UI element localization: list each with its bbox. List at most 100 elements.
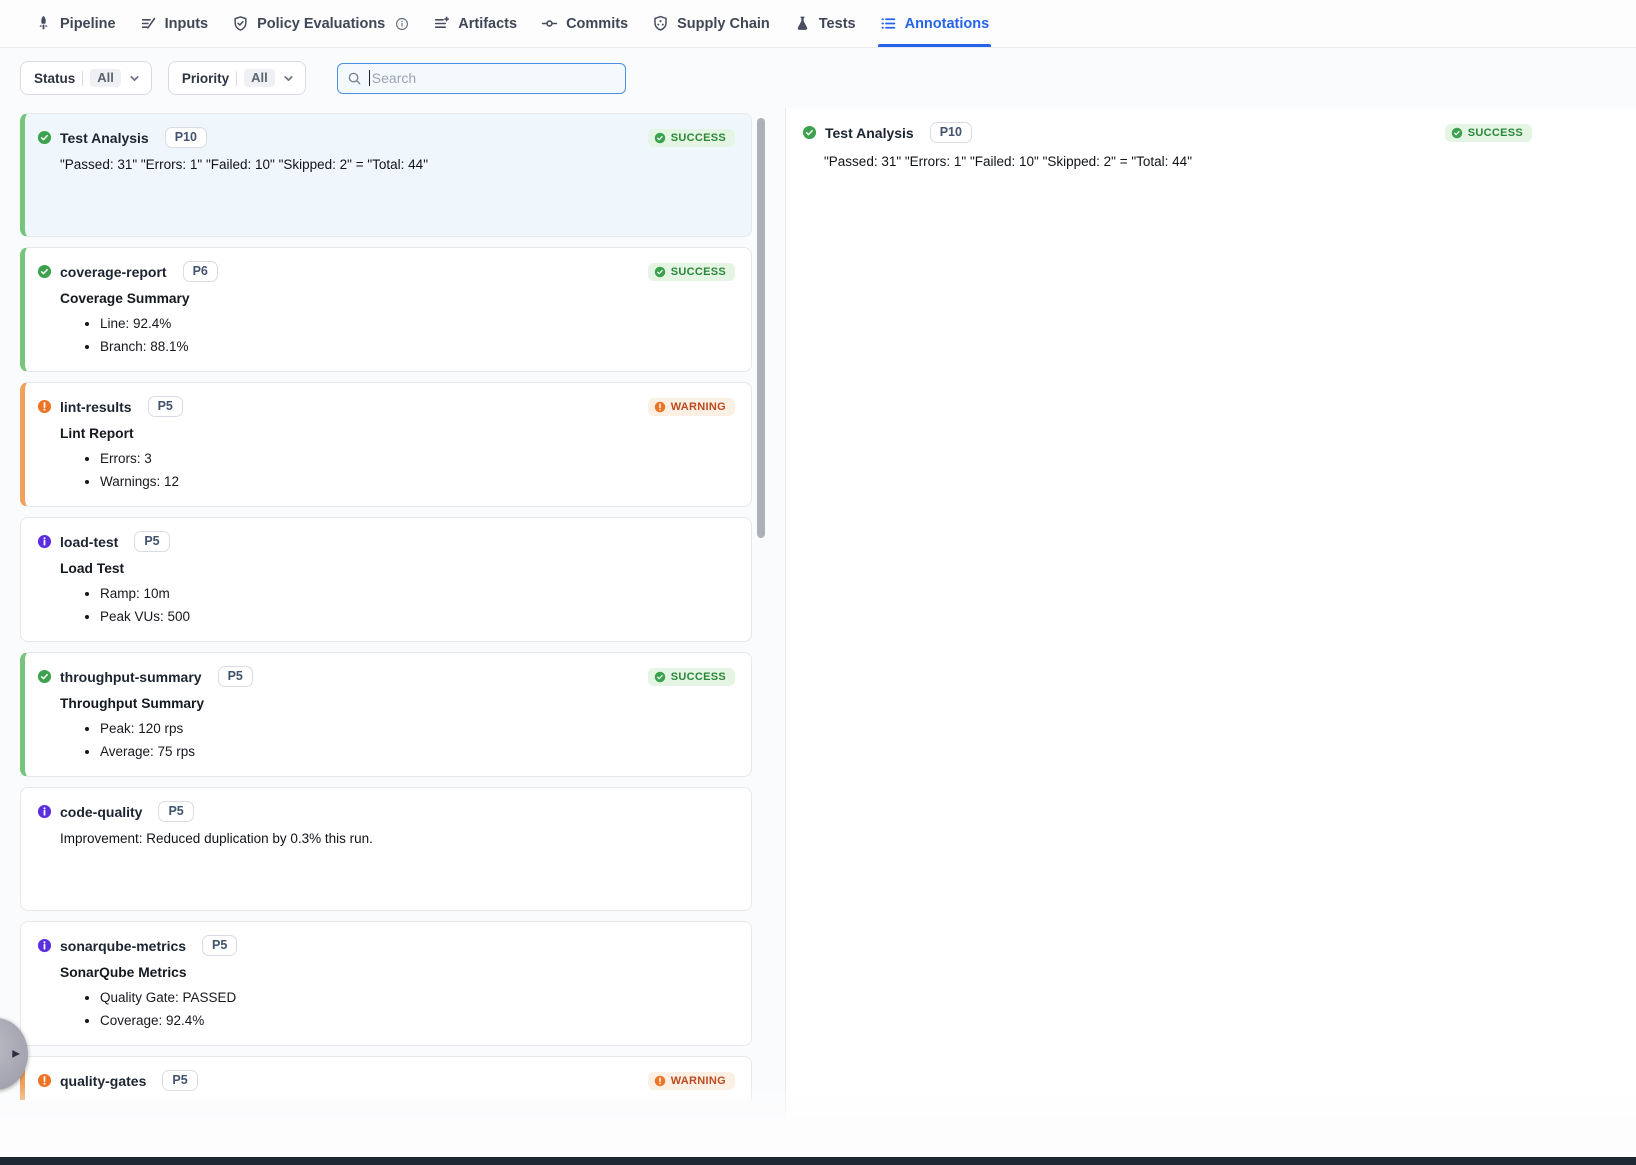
status-badge: SUCCESS (648, 129, 735, 147)
scrollbar-thumb[interactable] (757, 118, 765, 538)
status-badge: SUCCESS (648, 263, 735, 281)
annotation-card-header: load-test P5 (37, 531, 735, 552)
expand-arrow-icon: ▶ (12, 1049, 20, 1060)
chevron-down-icon (128, 72, 141, 85)
info-circle-icon (37, 938, 52, 953)
annotation-detail-pane: Test Analysis P10 SUCCESS "Passed: 31" "… (785, 108, 1636, 1157)
annotation-card[interactable]: Test Analysis P10 SUCCESS "Passed: 31" "… (20, 113, 752, 237)
annotation-body: Load TestRamp: 10mPeak VUs: 500 (60, 561, 735, 628)
annotation-card-header: throughput-summary P5 SUCCESS (37, 666, 735, 687)
priority-badge: P6 (183, 261, 218, 282)
warning-circle-icon (37, 1073, 52, 1088)
priority-badge: P5 (158, 801, 193, 822)
flask-icon (794, 15, 811, 32)
annotation-bullet-list: Quality Gate: PASSEDCoverage: 92.4% (60, 986, 735, 1032)
annotation-bullet: Coverage: 92.4% (100, 1009, 735, 1032)
check-circle-icon (654, 132, 666, 144)
tab-supply-chain[interactable]: Supply Chain (652, 0, 770, 47)
info-circle-icon (37, 534, 52, 549)
tab-pipeline[interactable]: Pipeline (35, 0, 116, 47)
tab-bar: Pipeline Inputs Policy Evaluations Artif… (0, 0, 1636, 48)
annotation-card-header: coverage-report P6 SUCCESS (37, 261, 735, 282)
annotation-card[interactable]: quality-gates P5 WARNING Quality Gates (20, 1056, 752, 1100)
search-input[interactable] (370, 70, 625, 86)
divider (82, 71, 83, 86)
priority-filter-label: Priority (182, 71, 229, 86)
annotation-card[interactable]: lint-results P5 WARNING Lint Report Error… (20, 382, 752, 507)
annotation-body-text: Improvement: Reduced duplication by 0.3%… (60, 831, 735, 846)
annotation-bullet: Average: 75 rps (100, 740, 735, 763)
bottom-window-edge (0, 1157, 1636, 1165)
check-circle-icon (654, 671, 666, 683)
annotation-card-header: Test Analysis P10 SUCCESS (37, 127, 735, 148)
list-scrollbar[interactable] (757, 118, 765, 548)
tab-policy-evaluations[interactable]: Policy Evaluations (232, 0, 409, 47)
annotation-bullet-list: Errors: 3Warnings: 12 (60, 447, 735, 493)
annotation-card[interactable]: code-quality P5 Improvement: Reduced dup… (20, 787, 752, 911)
priority-filter-value: All (244, 69, 275, 87)
commit-icon (541, 15, 558, 32)
warning-circle-icon (37, 399, 52, 414)
annotation-body: "Passed: 31" "Errors: 1" "Failed: 10" "S… (60, 157, 735, 172)
priority-badge: P5 (218, 666, 253, 687)
annotations-icon (880, 15, 897, 32)
annotation-bullet-list: Line: 92.4%Branch: 88.1% (60, 312, 735, 358)
check-circle-icon (1451, 127, 1463, 139)
check-circle-icon (37, 669, 52, 684)
annotation-bullet: Quality Gate: PASSED (100, 986, 735, 1009)
annotation-bullet: Warnings: 12 (100, 470, 735, 493)
tab-artifacts[interactable]: Artifacts (433, 0, 517, 47)
tab-inputs[interactable]: Inputs (140, 0, 209, 47)
annotation-card[interactable]: throughput-summary P5 SUCCESS Throughput… (20, 652, 752, 777)
annotation-body-heading: Lint Report (60, 426, 735, 441)
priority-badge: P5 (162, 1070, 197, 1091)
annotation-body-heading: Coverage Summary (60, 291, 735, 306)
inputs-icon (140, 15, 157, 32)
annotation-title: sonarqube-metrics (60, 938, 186, 954)
status-filter-dropdown[interactable]: Status All (20, 61, 152, 95)
chevron-down-icon (282, 72, 295, 85)
priority-badge: P10 (165, 127, 207, 148)
annotation-bullet: Ramp: 10m (100, 582, 735, 605)
annotation-title: throughput-summary (60, 669, 202, 685)
pipeline-icon (35, 15, 52, 32)
annotation-card-header: quality-gates P5 WARNING (37, 1070, 735, 1091)
tab-tests[interactable]: Tests (794, 0, 856, 47)
annotation-card[interactable]: coverage-report P6 SUCCESS Coverage Summ… (20, 247, 752, 372)
annotation-card-header: lint-results P5 WARNING (37, 396, 735, 417)
status-filter-value: All (90, 69, 121, 87)
info-circle-icon (37, 804, 52, 819)
annotation-body: Throughput Summary Peak: 120 rpsAverage: … (60, 696, 735, 763)
annotation-body-text: "Passed: 31" "Errors: 1" "Failed: 10" "S… (60, 157, 735, 172)
annotation-bullet: Errors: 3 (100, 447, 735, 470)
annotation-body-heading: Throughput Summary (60, 696, 735, 711)
annotation-bullet-list: Peak: 120 rpsAverage: 75 rps (60, 717, 735, 763)
annotation-bullet: Line: 92.4% (100, 312, 735, 335)
annotations-list: Test Analysis P10 SUCCESS "Passed: 31" "… (0, 113, 785, 1100)
priority-filter-dropdown[interactable]: Priority All (168, 61, 306, 95)
detail-title: Test Analysis (825, 125, 914, 141)
supply-chain-icon (652, 15, 669, 32)
search-box[interactable] (337, 63, 626, 94)
status-badge: SUCCESS (648, 668, 735, 686)
info-icon (395, 17, 409, 31)
annotation-body: Lint Report Errors: 3Warnings: 12 (60, 426, 735, 493)
annotation-title: coverage-report (60, 264, 167, 280)
annotation-body: Coverage Summary Line: 92.4%Branch: 88.1% (60, 291, 735, 358)
warning-circle-icon (654, 1075, 666, 1087)
annotation-bullet-list: Ramp: 10mPeak VUs: 500 (60, 582, 735, 628)
check-circle-icon (37, 264, 52, 279)
priority-badge: P5 (202, 935, 237, 956)
filter-bar: Status All Priority All (0, 48, 1636, 108)
tab-annotations[interactable]: Annotations (880, 0, 990, 47)
annotation-card[interactable]: load-test P5 Load TestRamp: 10mPeak VUs:… (20, 517, 752, 642)
warning-circle-icon (654, 401, 666, 413)
status-badge: WARNING (648, 1072, 735, 1090)
annotation-body-heading: SonarQube Metrics (60, 965, 735, 980)
content-area: Test Analysis P10 SUCCESS "Passed: 31" "… (0, 108, 1636, 1157)
tab-commits[interactable]: Commits (541, 0, 628, 47)
check-circle-icon (802, 125, 817, 140)
status-badge: WARNING (648, 398, 735, 416)
annotation-body: SonarQube Metrics Quality Gate: PASSEDCov… (60, 965, 735, 1032)
annotation-card[interactable]: sonarqube-metrics P5 SonarQube Metrics Qu… (20, 921, 752, 1046)
